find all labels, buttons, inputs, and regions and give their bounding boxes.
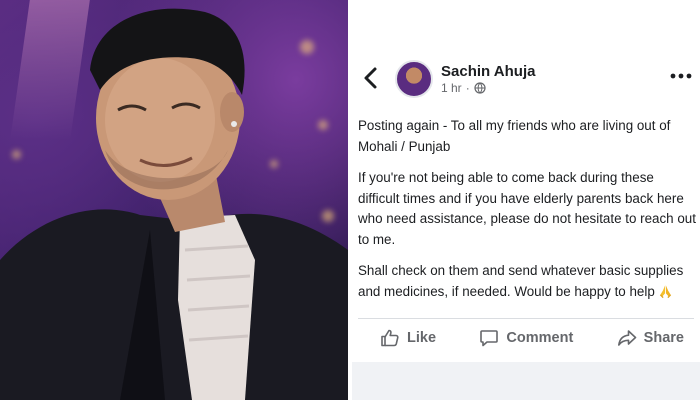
post-meta: 1 hr · (441, 81, 486, 95)
share-button[interactable]: Share (617, 322, 684, 354)
comment-label: Comment (506, 330, 574, 346)
like-button[interactable]: Like (380, 322, 436, 354)
actions-divider (358, 318, 694, 319)
globe-icon (474, 82, 486, 94)
post-actions-bar: Like Comment Share (352, 322, 700, 354)
share-icon (617, 330, 636, 346)
thumbs-up-icon (381, 329, 399, 347)
post-paragraph: Posting again - To all my friends who ar… (358, 118, 671, 154)
back-arrow-icon[interactable] (360, 64, 382, 92)
bottom-strip (352, 362, 700, 400)
person-illustration (0, 8, 348, 400)
share-label: Share (643, 330, 684, 346)
post-time[interactable]: 1 hr (441, 81, 462, 95)
avatar[interactable] (395, 60, 433, 98)
folded-hands-icon (659, 285, 671, 298)
post-paragraph-with-emoji: Shall check on them and send whatever ba… (358, 261, 696, 302)
author-name[interactable]: Sachin Ahuja (441, 63, 535, 80)
post-paragraph: Shall check on them and send whatever ba… (358, 263, 684, 299)
comment-icon (480, 330, 499, 347)
post-header: Sachin Ahuja 1 hr · (352, 0, 700, 100)
facebook-post: Sachin Ahuja 1 hr · Posting again - To a… (352, 0, 700, 400)
post-text: Posting again - To all my friends who ar… (358, 116, 696, 302)
comment-button[interactable]: Comment (479, 322, 573, 354)
more-options-icon[interactable] (668, 66, 694, 86)
profile-photo (0, 0, 348, 400)
post-paragraph: If you're not being able to come back du… (358, 169, 696, 247)
meta-separator: · (465, 81, 470, 95)
like-label: Like (407, 330, 437, 346)
